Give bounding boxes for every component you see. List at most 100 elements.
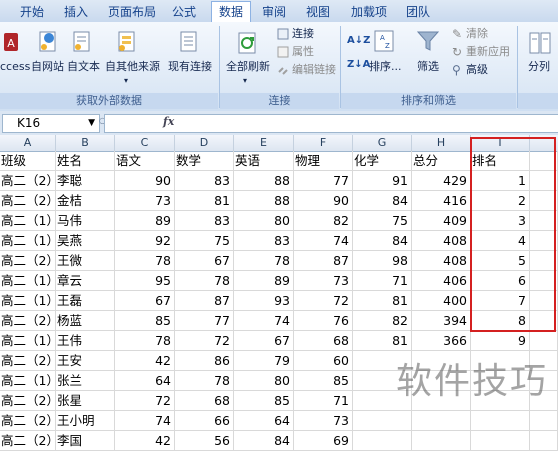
table-cell[interactable]: 86 <box>175 351 234 370</box>
table-cell[interactable]: 409 <box>412 211 471 230</box>
table-cell[interactable]: 416 <box>412 191 471 210</box>
table-cell[interactable]: 李国 <box>56 431 115 450</box>
from-access-button[interactable]: ccess <box>0 60 30 74</box>
existing-connections-button[interactable]: 现有连接 <box>168 60 212 74</box>
header-cell[interactable]: 班级 <box>0 151 56 170</box>
column-header-g[interactable]: G <box>353 135 412 151</box>
column-header-j[interactable] <box>530 135 558 151</box>
table-cell[interactable]: 406 <box>412 271 471 290</box>
edit-links-button[interactable]: 编辑链接 <box>292 63 336 77</box>
table-cell[interactable]: 74 <box>294 231 353 250</box>
table-cell[interactable]: 5 <box>471 251 530 270</box>
table-cell[interactable]: 56 <box>175 431 234 450</box>
clear-button[interactable]: 清除 <box>466 27 488 41</box>
table-cell[interactable] <box>471 411 530 430</box>
table-cell[interactable] <box>530 231 558 250</box>
table-cell[interactable]: 78 <box>175 371 234 390</box>
table-cell[interactable] <box>530 311 558 330</box>
tab-review[interactable]: 审阅 <box>256 3 292 21</box>
table-cell[interactable]: 71 <box>294 391 353 410</box>
table-cell[interactable]: 64 <box>115 371 175 390</box>
table-cell[interactable] <box>530 431 558 450</box>
column-header-e[interactable]: E <box>234 135 294 151</box>
table-cell[interactable]: 6 <box>471 271 530 290</box>
tab-insert[interactable]: 插入 <box>58 3 94 21</box>
table-cell[interactable]: 高二（2） <box>0 171 56 190</box>
table-cell[interactable] <box>353 431 412 450</box>
table-cell[interactable]: 高二（2） <box>0 191 56 210</box>
table-cell[interactable]: 4 <box>471 231 530 250</box>
column-header-a[interactable]: A <box>0 135 56 151</box>
table-cell[interactable] <box>530 291 558 310</box>
table-cell[interactable] <box>530 331 558 350</box>
table-cell[interactable]: 吴燕 <box>56 231 115 250</box>
table-cell[interactable]: 高二（2） <box>0 391 56 410</box>
table-cell[interactable]: 67 <box>175 251 234 270</box>
table-cell[interactable]: 李聪 <box>56 171 115 190</box>
table-cell[interactable]: 90 <box>294 191 353 210</box>
table-cell[interactable]: 81 <box>353 331 412 350</box>
table-cell[interactable]: 83 <box>175 211 234 230</box>
table-cell[interactable]: 87 <box>294 251 353 270</box>
table-cell[interactable] <box>471 431 530 450</box>
table-cell[interactable]: 高二（1） <box>0 331 56 350</box>
table-cell[interactable]: 98 <box>353 251 412 270</box>
tab-home[interactable]: 开始 <box>14 3 50 21</box>
table-cell[interactable]: 高二（1） <box>0 231 56 250</box>
reapply-button[interactable]: 重新应用 <box>466 45 510 59</box>
table-cell[interactable]: 93 <box>234 291 294 310</box>
table-cell[interactable]: 66 <box>175 411 234 430</box>
table-cell[interactable]: 80 <box>234 371 294 390</box>
table-cell[interactable]: 79 <box>234 351 294 370</box>
table-cell[interactable]: 73 <box>294 271 353 290</box>
table-cell[interactable]: 68 <box>294 331 353 350</box>
table-cell[interactable]: 杨蓝 <box>56 311 115 330</box>
table-cell[interactable]: 2 <box>471 191 530 210</box>
table-cell[interactable]: 72 <box>115 391 175 410</box>
header-cell[interactable]: 数学 <box>175 151 234 170</box>
column-header-f[interactable]: F <box>294 135 353 151</box>
table-cell[interactable] <box>530 251 558 270</box>
table-cell[interactable]: 78 <box>115 331 175 350</box>
table-cell[interactable]: 王磊 <box>56 291 115 310</box>
table-cell[interactable]: 金桔 <box>56 191 115 210</box>
table-cell[interactable]: 72 <box>175 331 234 350</box>
table-cell[interactable]: 89 <box>115 211 175 230</box>
table-cell[interactable]: 马伟 <box>56 211 115 230</box>
table-cell[interactable]: 3 <box>471 211 530 230</box>
table-cell[interactable]: 高二（2） <box>0 431 56 450</box>
formula-input[interactable]: fx <box>104 114 558 133</box>
table-cell[interactable]: 高二（1） <box>0 371 56 390</box>
table-cell[interactable]: 高二（1） <box>0 291 56 310</box>
dropdown-arrow-icon[interactable]: ▾ <box>124 74 128 88</box>
table-cell[interactable]: 74 <box>115 411 175 430</box>
header-cell[interactable]: 姓名 <box>56 151 115 170</box>
table-cell[interactable]: 78 <box>234 251 294 270</box>
table-cell[interactable]: 84 <box>353 191 412 210</box>
table-cell[interactable]: 王安 <box>56 351 115 370</box>
table-cell[interactable] <box>412 411 471 430</box>
table-cell[interactable]: 408 <box>412 251 471 270</box>
table-cell[interactable]: 73 <box>294 411 353 430</box>
table-cell[interactable]: 400 <box>412 291 471 310</box>
refresh-dropdown-icon[interactable]: ▾ <box>243 74 247 88</box>
tab-addins[interactable]: 加载项 <box>344 3 394 21</box>
column-header-i[interactable]: I <box>471 135 530 151</box>
table-cell[interactable]: 71 <box>353 271 412 290</box>
table-cell[interactable]: 张星 <box>56 391 115 410</box>
table-cell[interactable] <box>530 171 558 190</box>
table-cell[interactable]: 394 <box>412 311 471 330</box>
table-cell[interactable]: 42 <box>115 431 175 450</box>
table-cell[interactable]: 73 <box>115 191 175 210</box>
table-cell[interactable]: 88 <box>234 171 294 190</box>
header-cell[interactable]: 语文 <box>115 151 175 170</box>
table-cell[interactable]: 85 <box>234 391 294 410</box>
table-cell[interactable]: 80 <box>234 211 294 230</box>
table-cell[interactable]: 42 <box>115 351 175 370</box>
tab-formulas[interactable]: 公式 <box>166 3 202 21</box>
table-cell[interactable]: 92 <box>115 231 175 250</box>
header-cell[interactable]: 化学 <box>353 151 412 170</box>
table-cell[interactable]: 85 <box>294 371 353 390</box>
table-cell[interactable]: 83 <box>175 171 234 190</box>
table-cell[interactable]: 77 <box>175 311 234 330</box>
